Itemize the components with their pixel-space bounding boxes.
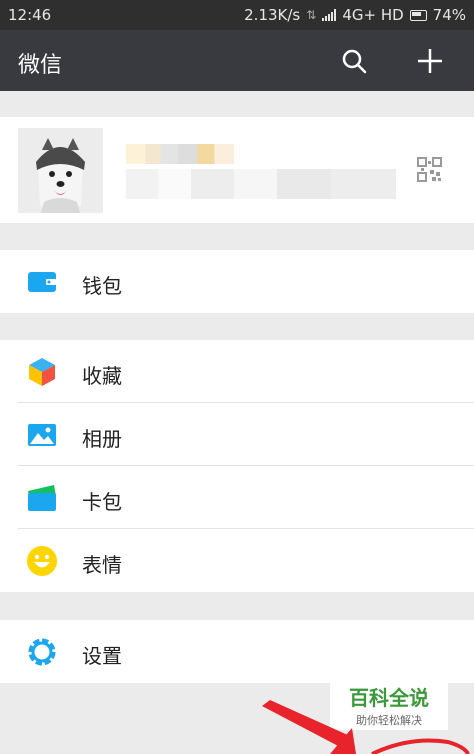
- watermark-title: 百科全说: [349, 686, 429, 710]
- profile-id-blurred: [126, 169, 396, 199]
- menu-item-album[interactable]: 相册: [0, 403, 474, 466]
- signal-icon: [322, 9, 337, 21]
- watermark-logo: 百科全说 助你轻松解决: [330, 678, 448, 730]
- data-arrows-icon: ⇅: [306, 8, 317, 22]
- menu-label-settings: 设置: [82, 644, 122, 668]
- menu-item-cards[interactable]: 卡包: [0, 466, 474, 529]
- cube-icon: [26, 356, 58, 388]
- menu-label-album: 相册: [82, 427, 122, 451]
- menu-label-favorites: 收藏: [82, 364, 122, 388]
- status-right: 2.13K/s ⇅ 4G+ HD 74%: [244, 6, 466, 24]
- menu-item-stickers[interactable]: 表情: [0, 529, 474, 592]
- search-icon[interactable]: [338, 45, 370, 77]
- menu-item-wallet[interactable]: 钱包: [0, 250, 474, 313]
- menu-label-cards: 卡包: [82, 490, 122, 514]
- husky-dog-avatar: [18, 128, 103, 213]
- menu-item-settings[interactable]: 设置: [0, 620, 474, 683]
- smiley-icon: [26, 545, 58, 577]
- card-icon: [26, 482, 58, 514]
- battery-icon: [409, 9, 427, 21]
- red-circle-annotation: [371, 738, 470, 754]
- profile-card[interactable]: [0, 117, 474, 223]
- picture-icon: [26, 419, 58, 451]
- red-arrowhead: [330, 728, 356, 754]
- battery-percent: 74%: [432, 6, 466, 24]
- avatar[interactable]: [18, 128, 103, 213]
- network-type: 4G+ HD: [342, 6, 404, 24]
- profile-name-blurred: [126, 144, 234, 164]
- app-bar: 微信: [0, 30, 474, 91]
- network-speed: 2.13K/s: [244, 6, 301, 24]
- plus-icon[interactable]: [414, 45, 446, 77]
- qr-code-icon[interactable]: [417, 157, 442, 182]
- menu-label-stickers: 表情: [82, 553, 122, 577]
- page-title: 微信: [18, 53, 63, 78]
- wallet-icon: [26, 266, 58, 298]
- menu-item-favorites[interactable]: 收藏: [0, 340, 474, 403]
- watermark-subtitle: 助你轻松解决: [356, 714, 422, 727]
- gear-icon: [26, 636, 58, 668]
- status-bar: 12:46 2.13K/s ⇅ 4G+ HD 74%: [0, 0, 474, 30]
- menu-label-wallet: 钱包: [82, 274, 122, 298]
- status-time: 12:46: [8, 6, 52, 24]
